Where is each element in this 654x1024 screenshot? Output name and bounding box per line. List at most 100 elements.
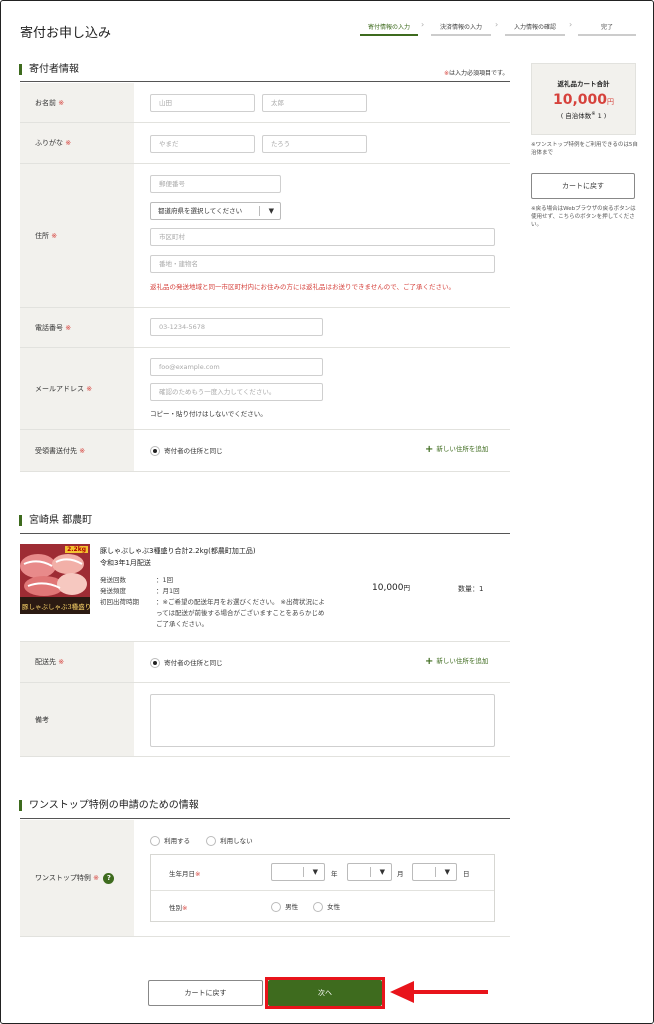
image-caption: 豚しゃぶしゃぶ3種盛り	[22, 603, 90, 611]
municipality-title: 宮崎県 都農町	[19, 515, 92, 526]
step-3-indicator	[505, 34, 565, 36]
arrow-left-icon	[390, 981, 488, 1003]
product-delivery-month: 令和3年1月配送	[100, 559, 151, 567]
day-label: 日	[463, 870, 470, 878]
first-kana-input[interactable]: たろう	[262, 135, 367, 153]
email-label: メールアドレス ※	[20, 348, 134, 430]
radio-selected-icon[interactable]	[150, 446, 160, 456]
chevron-right-icon: ›	[495, 20, 499, 29]
municipality-count: ( 自治体数※ 1 )	[560, 110, 607, 120]
add-delivery-address-link[interactable]: + 新しい住所を追加	[425, 655, 488, 667]
address-warning: 返礼品の発送地域と同一市区町村内にお住みの方には返礼品はお送りできませんので、ご…	[150, 283, 456, 291]
receipt-row: 寄付者の住所と同じ + 新しい住所を追加	[134, 430, 510, 472]
onestop-section-title: ワンストップ特例の申請のための情報	[19, 800, 199, 811]
kana-row: やまだ たろう	[134, 123, 510, 164]
step-1-indicator	[360, 34, 418, 36]
step-2-indicator	[431, 34, 491, 36]
gender-male-option[interactable]: 男性	[271, 901, 298, 912]
product-name: 豚しゃぶしゃぶ3種盛り合計2.2kg(都農町加工品)	[100, 547, 256, 555]
weight-badge: 2.2kg	[65, 546, 88, 553]
first-name-input[interactable]: 太郎	[262, 94, 367, 112]
month-label: 月	[397, 870, 404, 878]
chevron-right-icon: ›	[569, 20, 573, 29]
email-row: foo@example.com 確認のためもう一度入力してください。 コピー・貼…	[134, 348, 510, 430]
prefecture-select[interactable]: 都道府県を選択してください ▼	[150, 202, 281, 220]
chevron-down-icon: ▼	[268, 207, 274, 215]
delivery-label: 配送先 ※	[20, 642, 134, 683]
step-4: 完了	[600, 24, 613, 31]
onestop-use-option[interactable]: 利用する	[150, 835, 190, 846]
email-input[interactable]: foo@example.com	[150, 358, 323, 376]
donor-section-title: 寄付者情報	[19, 64, 79, 75]
birth-label: 生年月日※	[169, 870, 201, 878]
chevron-down-icon: ▼	[379, 868, 385, 876]
chevron-down-icon: ▼	[312, 868, 318, 876]
product-details: 発送回数 ：1回 発送頻度 ：月1回 初回出荷時期 ：※ご希望の配送年月をお選びくださ…	[100, 576, 325, 628]
onestop-label: ワンストップ特例 ※ ?	[20, 820, 134, 937]
gender-label: 性別※	[169, 904, 188, 912]
cart-total-box: 返礼品カート合計 10,000円 ( 自治体数※ 1 )	[531, 63, 636, 135]
delivery-row: 寄付者の住所と同じ + 新しい住所を追加	[134, 642, 510, 683]
address-label: 住所 ※	[20, 164, 134, 308]
step-1: 寄付情報の入力	[367, 24, 410, 31]
postal-code-input[interactable]: 郵便番号	[150, 175, 281, 193]
phone-row: 03-1234-5678	[134, 308, 510, 348]
radio-icon[interactable]	[206, 836, 216, 846]
birth-month-select[interactable]: ▼	[347, 863, 392, 881]
address-row: 郵便番号 都道府県を選択してください ▼ 市区町村 番地・建物名 返礼品の発送地域…	[134, 164, 510, 308]
onestop-details-box: 生年月日※ ▼ 年 ▼ 月 ▼ 日 性別※ 男性 女性	[150, 854, 495, 922]
back-to-cart-button[interactable]: カートに戻す	[531, 173, 635, 199]
onestop-row: 利用する 利用しない 生年月日※ ▼ 年 ▼ 月 ▼ 日 性別※ 男性 女性	[134, 820, 510, 937]
cart-total-label: 返礼品カート合計	[557, 80, 610, 88]
radio-icon[interactable]	[150, 836, 160, 846]
required-note: ※は入力必須項目です。	[444, 70, 509, 77]
name-label: お名前 ※	[20, 83, 134, 123]
help-icon[interactable]: ?	[103, 872, 115, 884]
email-confirm-input[interactable]: 確認のためもう一度入力してください。	[150, 383, 323, 401]
plus-icon: +	[425, 656, 434, 667]
remarks-row	[134, 683, 510, 757]
plus-icon: +	[425, 444, 434, 455]
name-row: 山田 太郎	[134, 83, 510, 123]
chevron-down-icon: ▼	[444, 868, 450, 876]
step-3: 入力情報の確認	[513, 24, 556, 31]
receipt-option[interactable]: 寄付者の住所と同じ	[150, 445, 223, 456]
street-input[interactable]: 番地・建物名	[150, 255, 495, 273]
last-kana-input[interactable]: やまだ	[150, 135, 255, 153]
section-divider	[20, 818, 510, 819]
onestop-limit-note: ※ワンストップ特例をご利用できるのは5自治体まで	[531, 142, 638, 156]
divider	[151, 890, 494, 891]
birth-year-select[interactable]: ▼	[271, 863, 325, 881]
radio-selected-icon[interactable]	[150, 658, 160, 668]
phone-label: 電話番号 ※	[20, 308, 134, 348]
add-receipt-address-link[interactable]: + 新しい住所を追加	[425, 443, 488, 455]
delivery-option[interactable]: 寄付者の住所と同じ	[150, 657, 223, 668]
receipt-label: 受領書送付先 ※	[20, 430, 134, 472]
remarks-label: 備考	[20, 683, 134, 757]
product-image: 2.2kg 豚しゃぶしゃぶ3種盛り	[20, 544, 90, 614]
birth-day-select[interactable]: ▼	[412, 863, 457, 881]
gender-female-option[interactable]: 女性	[313, 901, 340, 912]
kana-label: ふりがな ※	[20, 123, 134, 164]
footer-back-to-cart-button[interactable]: カートに戻す	[148, 980, 263, 1006]
step-2: 決済情報の入力	[439, 24, 482, 31]
next-button[interactable]: 次へ	[268, 980, 382, 1006]
onestop-not-use-option[interactable]: 利用しない	[206, 835, 253, 846]
cart-total-amount: 10,000円	[552, 92, 615, 108]
radio-icon[interactable]	[313, 902, 323, 912]
email-note: コピー・貼り付けはしないでください。	[150, 410, 267, 418]
year-label: 年	[331, 870, 338, 878]
section-divider	[20, 81, 510, 82]
radio-icon[interactable]	[271, 902, 281, 912]
last-name-input[interactable]: 山田	[150, 94, 255, 112]
product-price: 10,000円	[372, 583, 410, 593]
city-input[interactable]: 市区町村	[150, 228, 495, 246]
browser-back-note: ※戻る場合はWebブラウザの戻るボタンは使用せず、こちらのボタンを押してください…	[531, 206, 636, 228]
chevron-right-icon: ›	[421, 20, 425, 29]
remarks-textarea[interactable]	[150, 694, 495, 747]
page-title: 寄付お申し込み	[20, 26, 112, 41]
section-divider	[20, 533, 510, 534]
phone-input[interactable]: 03-1234-5678	[150, 318, 323, 336]
product-quantity: 数量：1	[458, 585, 484, 593]
step-4-indicator	[578, 34, 636, 36]
